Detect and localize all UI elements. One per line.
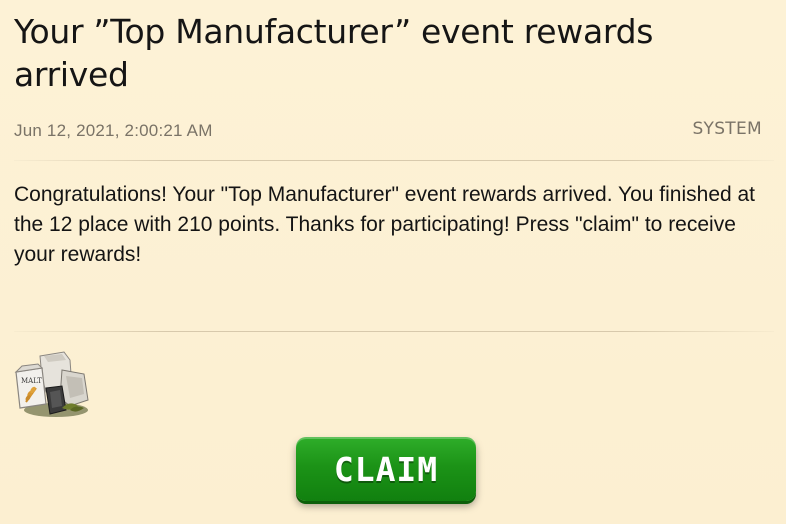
header-divider: [14, 160, 774, 161]
message-sender: SYSTEM: [692, 119, 762, 139]
message-date: Jun 12, 2021, 2:00:21 AM: [14, 121, 213, 140]
message-title: Your ”Top Manufacturer” event rewards ar…: [14, 12, 654, 94]
message-page: Your ”Top Manufacturer” event rewards ar…: [0, 0, 786, 524]
claim-button[interactable]: CLAIM: [296, 437, 476, 501]
malt-sack-label: MALT: [21, 377, 42, 385]
malt-sack-bundle-icon: MALT: [12, 348, 92, 420]
message-body: Congratulations! Your "Top Manufacturer"…: [14, 183, 756, 266]
rewards-divider: [14, 331, 774, 332]
